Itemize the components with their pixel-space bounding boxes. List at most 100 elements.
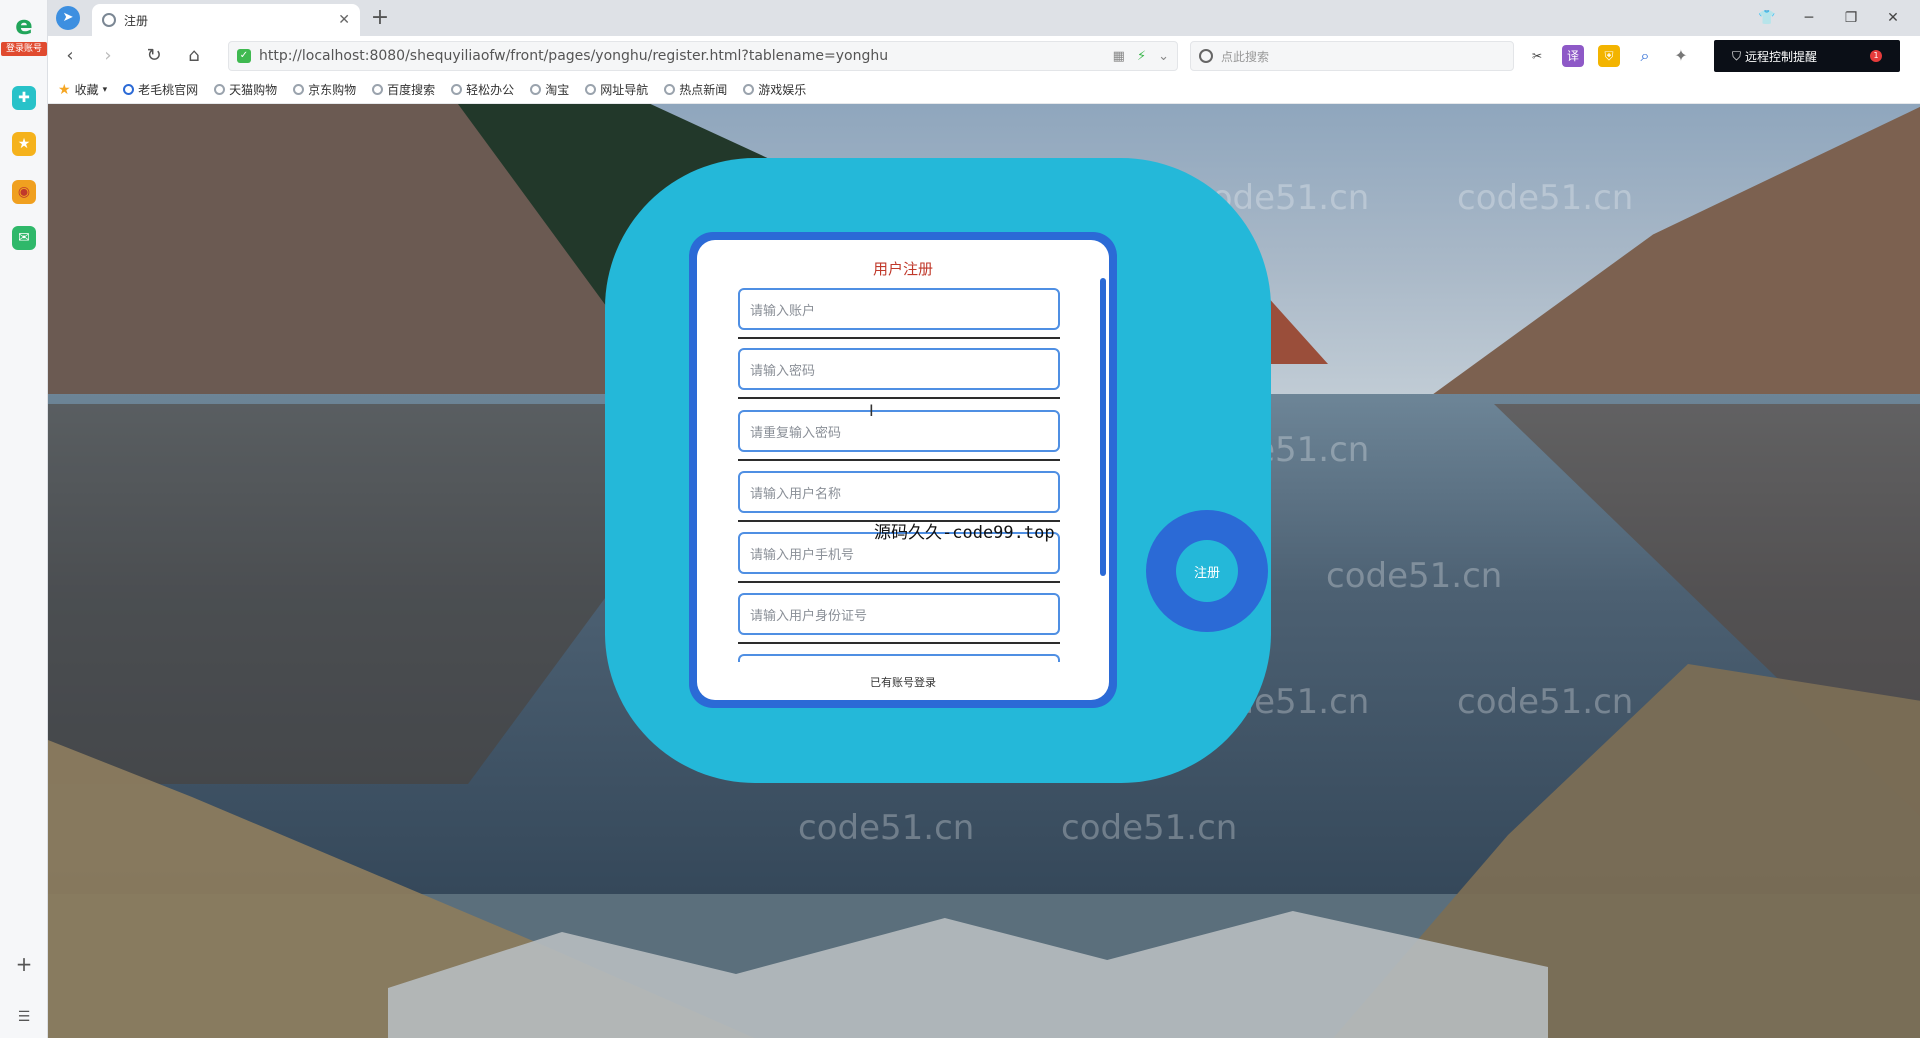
chevron-down-icon: ▾	[102, 84, 108, 95]
bookmark-item[interactable]: 百度搜索	[372, 81, 435, 98]
globe-icon	[664, 84, 676, 95]
navigation-icon[interactable]: ➤	[56, 6, 80, 30]
bookmark-item[interactable]: 天猫购物	[214, 81, 277, 98]
remote-count-badge: 1	[1870, 50, 1882, 62]
browser-logo-icon[interactable]: e	[9, 13, 39, 39]
password-placeholder: 请输入密码	[750, 363, 816, 379]
login-account-badge[interactable]: 登录账号	[1, 42, 47, 56]
shield-extension-icon[interactable]: ⛨	[1598, 45, 1620, 67]
browser-sidebar: e 登录账号 ✚ ★ ◉ ✉ + ☰	[0, 0, 48, 1038]
weibo-icon[interactable]: ◉	[12, 180, 36, 204]
lightning-icon[interactable]: ⚡	[1137, 49, 1146, 64]
account-input[interactable]: 请输入账户	[738, 288, 1060, 330]
bookmark-item[interactable]: 热点新闻	[664, 81, 727, 98]
shirt-skin-icon[interactable]: 👕	[1746, 4, 1788, 32]
next-input-partial[interactable]	[738, 654, 1060, 662]
register-button-ring: 注册	[1146, 510, 1268, 632]
mail-icon[interactable]: ✉	[12, 226, 36, 250]
bookmark-item[interactable]: 京东购物	[293, 81, 356, 98]
minimize-icon[interactable]: ─	[1788, 4, 1830, 32]
globe-icon	[372, 84, 384, 95]
username-input[interactable]: 请输入用户名称	[738, 471, 1060, 513]
add-icon[interactable]: +	[12, 952, 36, 976]
forward-icon[interactable]: ›	[96, 44, 120, 68]
phone-placeholder: 请输入用户手机号	[750, 547, 855, 563]
back-icon[interactable]: ‹	[58, 44, 82, 68]
globe-icon	[743, 84, 755, 95]
tab-bar: ➤ 注册 ✕ + 👕 ─ ❐ ✕	[48, 0, 1920, 36]
window-controls: 👕 ─ ❐ ✕	[1746, 4, 1914, 32]
id-number-input[interactable]: 请输入用户身份证号	[738, 593, 1060, 635]
bookmark-item[interactable]: 老毛桃官网	[123, 81, 198, 98]
tab-register[interactable]: 注册 ✕	[92, 4, 360, 36]
bookmark-label: 热点新闻	[679, 83, 728, 97]
globe-icon	[451, 84, 463, 95]
star-icon: ★	[58, 81, 71, 98]
bookmark-label: 淘宝	[545, 83, 570, 97]
search-placeholder: 点此搜索	[1221, 49, 1270, 64]
shield-small-icon: ⛉	[1732, 48, 1742, 63]
divider	[738, 337, 1060, 339]
bookmark-label: 游戏娱乐	[758, 83, 807, 97]
confirm-password-input[interactable]: 请重复输入密码	[738, 410, 1060, 452]
scissors-icon[interactable]: ✂	[1526, 45, 1548, 67]
register-form: 用户注册 请输入账户 请输入密码 请重复输入密码 请输入用户名称 请输入用户手机…	[697, 240, 1109, 700]
magnifier-icon[interactable]: ⌕	[1634, 45, 1656, 67]
bookmark-item[interactable]: 淘宝	[530, 81, 569, 98]
bookmark-label: 网址导航	[600, 83, 649, 97]
login-link[interactable]: 已有账号登录	[697, 674, 1109, 690]
bookmark-label: 天猫购物	[229, 83, 278, 97]
remote-label: 远程控制提醒	[1745, 49, 1818, 64]
username-placeholder: 请输入用户名称	[750, 486, 842, 502]
tab-close-icon[interactable]: ✕	[338, 12, 350, 28]
translate-icon[interactable]: 译	[1562, 45, 1584, 67]
reload-icon[interactable]: ↻	[142, 44, 166, 68]
screen: e 登录账号 ✚ ★ ◉ ✉ + ☰ ➤ 注册 ✕ + 👕 ─ ❐ ✕ ‹ › …	[0, 0, 1920, 1038]
overlay-watermark-text: 源码久久-code99.top	[874, 523, 1055, 543]
form-scrollbar[interactable]	[1100, 278, 1106, 576]
qr-code-icon[interactable]: ▦	[1113, 49, 1125, 64]
register-button[interactable]: 注册	[1176, 540, 1238, 602]
dropdown-chevron-icon[interactable]: ⌄	[1158, 49, 1169, 64]
new-tab-icon[interactable]: +	[368, 6, 392, 30]
search-box[interactable]: 点此搜索	[1190, 41, 1514, 71]
bookmark-label: 老毛桃官网	[138, 83, 199, 97]
url-text[interactable]: http://localhost:8080/shequyiliaofw/fron…	[259, 48, 1113, 64]
confirm-password-placeholder: 请重复输入密码	[750, 425, 842, 441]
globe-icon	[123, 84, 135, 95]
bookmark-label: 百度搜索	[387, 83, 436, 97]
browser-toolbar: ‹ › ↻ ⌂ ✓ http://localhost:8080/shequyil…	[48, 36, 1920, 76]
bookmark-label: 轻松办公	[466, 83, 515, 97]
puzzle-icon[interactable]: ✦	[1670, 45, 1692, 67]
home-icon[interactable]: ⌂	[182, 44, 206, 68]
globe-icon	[293, 84, 305, 95]
divider	[738, 581, 1060, 583]
extension-icons: ✂ 译 ⛨ ⌕ ✦	[1526, 45, 1692, 67]
bookmark-item[interactable]: 游戏娱乐	[743, 81, 806, 98]
page-globe-icon	[102, 13, 116, 27]
address-bar[interactable]: ✓ http://localhost:8080/shequyiliaofw/fr…	[228, 41, 1178, 71]
favorites-star-icon[interactable]: ★	[12, 132, 36, 156]
restore-icon[interactable]: ❐	[1830, 4, 1872, 32]
bookmark-label: 收藏	[74, 83, 99, 97]
globe-icon	[214, 84, 226, 95]
close-window-icon[interactable]: ✕	[1872, 4, 1914, 32]
address-tools: ▦ ⚡ ⌄	[1113, 49, 1169, 64]
add-panel-icon[interactable]: ✚	[12, 86, 36, 110]
globe-icon	[530, 84, 542, 95]
menu-list-icon[interactable]: ☰	[12, 1005, 36, 1029]
bookmark-favorites[interactable]: ★ 收藏 ▾	[58, 81, 107, 98]
bookmark-item[interactable]: 网址导航	[585, 81, 648, 98]
remote-control-notice[interactable]: ⛉ 远程控制提醒 1	[1714, 40, 1900, 72]
globe-icon	[585, 84, 597, 95]
password-input[interactable]: 请输入密码	[738, 348, 1060, 390]
bookmarks-bar: ★ 收藏 ▾ 老毛桃官网 天猫购物 京东购物 百度搜索 轻松办公 淘宝 网址导航 热…	[48, 76, 1920, 104]
tab-title: 注册	[124, 13, 149, 28]
bookmark-label: 京东购物	[308, 83, 357, 97]
bookmark-item[interactable]: 轻松办公	[451, 81, 514, 98]
form-title: 用户注册	[872, 260, 933, 278]
divider	[738, 642, 1060, 644]
text-cursor-icon: I	[869, 401, 874, 420]
search-icon	[1199, 49, 1213, 63]
frosted-grass	[388, 911, 1548, 1038]
